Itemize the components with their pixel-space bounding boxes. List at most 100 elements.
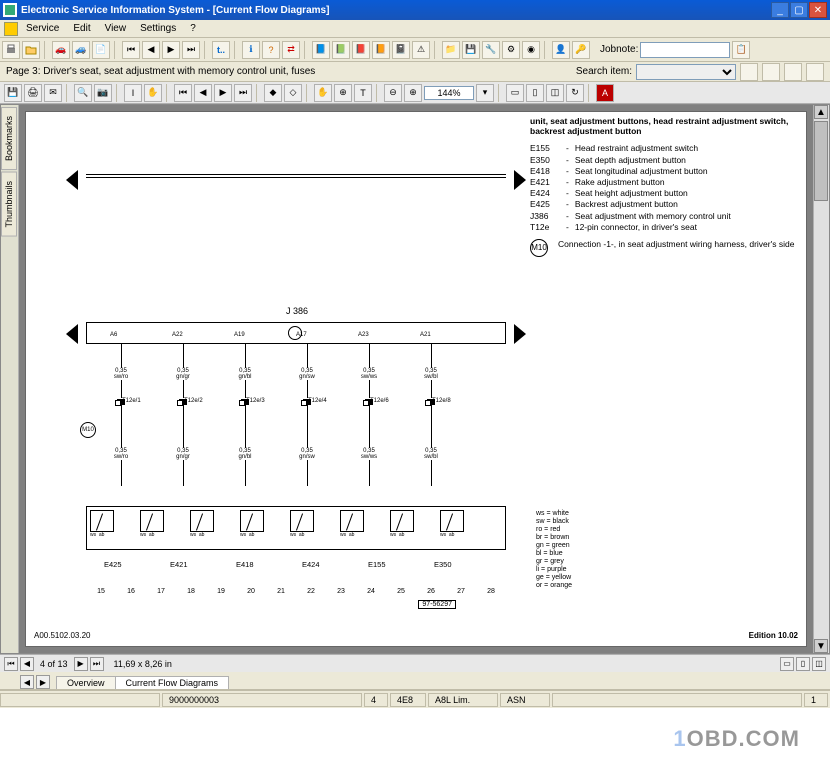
pdfnav-prev-icon[interactable]: ◀ — [20, 657, 34, 671]
terminal-number: 23 — [337, 588, 345, 595]
color-legend-row: ws = white — [536, 510, 636, 518]
main-toolbar: 🚗 🚙 📄 ⏮ ◀ ▶ ⏭ t.. ℹ ? ⇄ 📘 📗 📕 📙 📓 ⚠ 📁 💾 … — [0, 38, 830, 62]
tool2-icon[interactable]: 🔧 — [482, 41, 500, 59]
key-icon[interactable]: 🔑 — [572, 41, 590, 59]
pdf-back-icon[interactable]: ◆ — [264, 84, 282, 102]
help-icon[interactable]: ? — [262, 41, 280, 59]
scroll-down-icon[interactable]: ▼ — [814, 639, 828, 653]
close-button[interactable]: ✕ — [809, 2, 827, 18]
menu-view[interactable]: View — [99, 22, 133, 35]
maximize-button[interactable]: ▢ — [790, 2, 808, 18]
pdf-prev-icon[interactable]: ◀ — [194, 84, 212, 102]
terminal-number: 17 — [157, 588, 165, 595]
pdf-fit2-icon[interactable]: ▯ — [526, 84, 544, 102]
pdf-fwd-icon[interactable]: ◇ — [284, 84, 302, 102]
pdf-zoomin-icon[interactable]: ⊕ — [334, 84, 352, 102]
zoom-dd-icon[interactable]: ▾ — [476, 84, 494, 102]
pdf-fit3-icon[interactable]: ◫ — [546, 84, 564, 102]
book1-icon[interactable]: 📘 — [312, 41, 330, 59]
pdf-print-icon[interactable]: 🖨 — [24, 84, 42, 102]
minimize-button[interactable]: _ — [771, 2, 789, 18]
car-icon[interactable]: 🚗 — [52, 41, 70, 59]
pdf-next-icon[interactable]: ▶ — [214, 84, 232, 102]
pdfnav-first-icon[interactable]: ⏮ — [4, 657, 18, 671]
circle-icon[interactable]: ◉ — [522, 41, 540, 59]
menu-edit[interactable]: Edit — [67, 22, 96, 35]
color-legend-row: br = brown — [536, 534, 636, 542]
book2-icon[interactable]: 📗 — [332, 41, 350, 59]
tab-overview[interactable]: Overview — [56, 676, 116, 689]
top-arrow-right — [514, 170, 526, 190]
pdf-text-icon[interactable]: T — [354, 84, 372, 102]
pdf-grabber-icon[interactable]: ✋ — [144, 84, 162, 102]
print-icon[interactable] — [2, 41, 20, 59]
switch-label: E425 — [104, 560, 122, 569]
jobnote-input[interactable] — [640, 42, 730, 58]
pdf-select-icon[interactable]: I — [124, 84, 142, 102]
page-description: Page 3: Driver's seat, seat adjustment w… — [6, 66, 315, 77]
folder-icon[interactable]: 📁 — [442, 41, 460, 59]
car2-icon[interactable]: 🚙 — [72, 41, 90, 59]
switch-label: E350 — [434, 560, 452, 569]
search-btn2[interactable] — [762, 63, 780, 81]
search-btn4[interactable] — [806, 63, 824, 81]
pdf-first-icon[interactable]: ⏮ — [174, 84, 192, 102]
pdfnav-last-icon[interactable]: ⏭ — [90, 657, 104, 671]
tab-scroll-left-icon[interactable]: ◀ — [20, 675, 34, 689]
sidetab-bookmarks[interactable]: Bookmarks — [1, 107, 17, 170]
vertical-scrollbar[interactable]: ▲ ▼ — [813, 105, 829, 653]
menu-service[interactable]: Service — [20, 22, 65, 35]
pdf-mail-icon[interactable]: ✉ — [44, 84, 62, 102]
zoom-input[interactable] — [424, 86, 474, 100]
pdf-hand-icon[interactable]: ✋ — [314, 84, 332, 102]
tool-t-icon[interactable]: t.. — [212, 41, 230, 59]
tab-scroll-right-icon[interactable]: ▶ — [36, 675, 50, 689]
nav-prev-icon[interactable]: ◀ — [142, 41, 160, 59]
terminal-number: 20 — [247, 588, 255, 595]
scroll-up-icon[interactable]: ▲ — [814, 105, 828, 119]
book4-icon[interactable]: 📙 — [372, 41, 390, 59]
menu-help[interactable]: ? — [184, 22, 202, 35]
tab-current-flow[interactable]: Current Flow Diagrams — [115, 676, 230, 689]
book5-icon[interactable]: 📓 — [392, 41, 410, 59]
pdfnav-layout2-icon[interactable]: ▯ — [796, 657, 810, 671]
search-area: Search item: — [576, 63, 824, 81]
pdf-rotate-icon[interactable]: ↻ — [566, 84, 584, 102]
scroll-thumb[interactable] — [814, 121, 828, 201]
switch-symbol: ws ab — [340, 510, 368, 546]
open-icon[interactable] — [22, 41, 40, 59]
watermark: 1OBD.COM — [673, 726, 800, 752]
pdf-save-icon[interactable]: 💾 — [4, 84, 22, 102]
person-icon[interactable]: 👤 — [552, 41, 570, 59]
swap-icon[interactable]: ⇄ — [282, 41, 300, 59]
sidetab-thumbnails[interactable]: Thumbnails — [1, 172, 17, 237]
pdf-adobe-icon[interactable]: A — [596, 84, 614, 102]
pdf-find-icon[interactable]: 🔍 — [74, 84, 92, 102]
search-btn3[interactable] — [784, 63, 802, 81]
nav-last-icon[interactable]: ⏭ — [182, 41, 200, 59]
menu-settings[interactable]: Settings — [134, 22, 182, 35]
pdfnav-next-icon[interactable]: ▶ — [74, 657, 88, 671]
window-title: Electronic Service Information System - … — [21, 5, 771, 16]
jobnote-btn[interactable]: 📋 — [732, 41, 750, 59]
pdf-fit1-icon[interactable]: ▭ — [506, 84, 524, 102]
status-cell-3: 4E8 — [390, 693, 426, 707]
warn-icon[interactable]: ⚠ — [412, 41, 430, 59]
pdfnav-layout3-icon[interactable]: ◫ — [812, 657, 826, 671]
nav-first-icon[interactable]: ⏮ — [122, 41, 140, 59]
nav-next-icon[interactable]: ▶ — [162, 41, 180, 59]
wire-column: A230,35sw/wsT12e/60,35sw/ws — [344, 344, 394, 486]
doc-icon[interactable]: 📄 — [92, 41, 110, 59]
pdfnav-layout1-icon[interactable]: ▭ — [780, 657, 794, 671]
disk-icon[interactable]: 💾 — [462, 41, 480, 59]
search-combo[interactable] — [636, 64, 736, 80]
pdf-last-icon[interactable]: ⏭ — [234, 84, 252, 102]
info-icon[interactable]: ℹ — [242, 41, 260, 59]
pdf-zoomplus-icon[interactable]: ⊕ — [404, 84, 422, 102]
wiring-diagram: J 386 A60,35sw/roT12e/10,35sw/roA220,35g… — [86, 152, 506, 622]
pdf-zoomout-icon[interactable]: ⊖ — [384, 84, 402, 102]
gear-icon[interactable]: ⚙ — [502, 41, 520, 59]
pdf-camera-icon[interactable]: 📷 — [94, 84, 112, 102]
book3-icon[interactable]: 📕 — [352, 41, 370, 59]
search-btn1[interactable] — [740, 63, 758, 81]
